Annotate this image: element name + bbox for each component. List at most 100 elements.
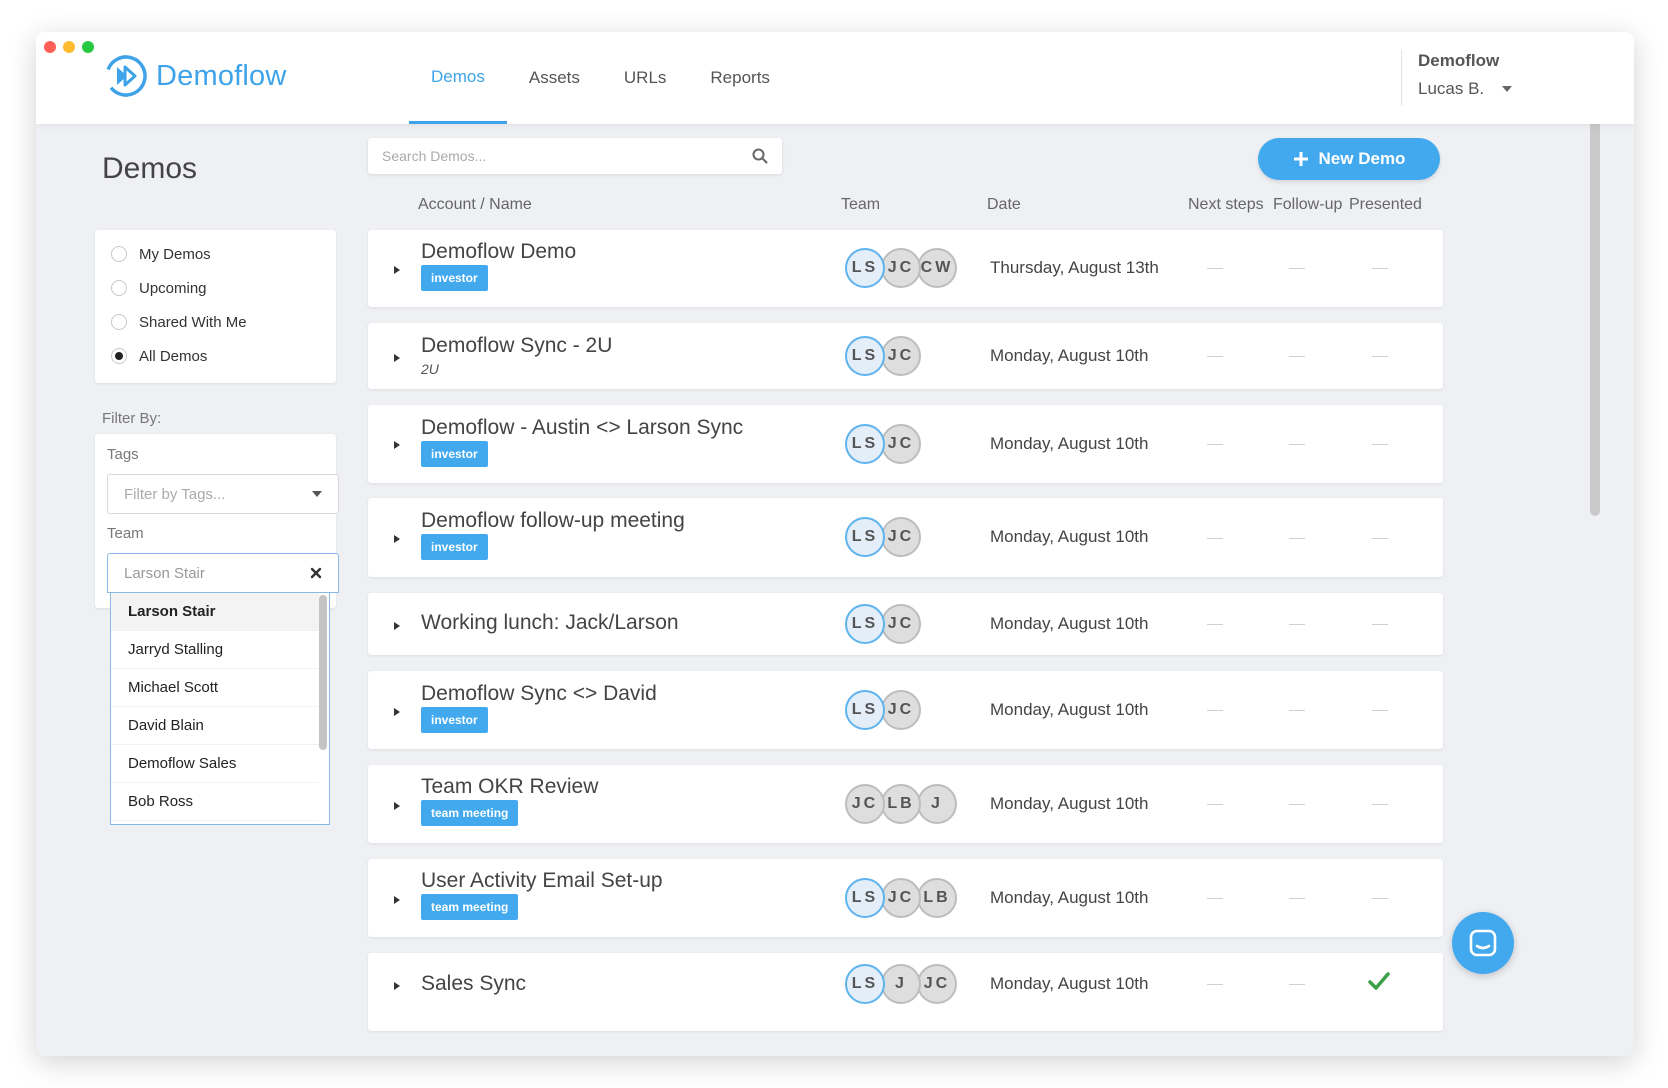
demoflow-logo-icon — [105, 55, 147, 97]
zoom-window-button[interactable] — [82, 41, 94, 53]
demo-date: Monday, August 10th — [990, 527, 1149, 546]
close-window-button[interactable] — [44, 41, 56, 53]
team-option[interactable]: Bob Ross — [111, 783, 319, 821]
demo-name[interactable]: Demoflow follow-up meeting — [421, 509, 685, 533]
radio-all-demos[interactable] — [111, 348, 127, 364]
demo-name[interactable]: Demoflow Sync <> David — [421, 682, 657, 706]
avatar[interactable]: JC — [845, 784, 885, 824]
page-scrollbar[interactable] — [1590, 120, 1600, 516]
app-window: Demoflow Demos Assets URLs Reports Demof… — [36, 32, 1634, 1056]
filter-card: Tags Filter by Tags... Team Larson Stair — [95, 434, 339, 608]
expand-arrow-icon[interactable] — [394, 896, 400, 904]
nav-reports[interactable]: Reports — [688, 32, 792, 124]
demo-row[interactable]: Demoflow Sync - 2U 2U LS JC Monday, Augu… — [368, 323, 1443, 389]
account-user-name: Lucas B. — [1418, 79, 1485, 98]
new-demo-button[interactable]: New Demo — [1258, 138, 1440, 180]
avatar[interactable]: JC — [881, 690, 921, 730]
team-option[interactable]: Jarryd Stalling — [111, 631, 319, 669]
avatar[interactable]: LS — [845, 248, 885, 288]
follow-up-empty — [1289, 624, 1305, 625]
demo-row[interactable]: Demoflow Demo investor LS JC CW Thursday… — [368, 230, 1443, 307]
team-search-input[interactable]: Larson Stair — [107, 553, 339, 593]
avatar[interactable]: JC — [881, 604, 921, 644]
nav-urls[interactable]: URLs — [602, 32, 689, 124]
team-option[interactable]: Michael Scott — [111, 669, 319, 707]
next-steps-empty — [1207, 444, 1223, 445]
demo-row[interactable]: Sales Sync LS J JC Monday, August 10th — [368, 953, 1443, 1031]
expand-arrow-icon[interactable] — [394, 982, 400, 990]
demo-row[interactable]: Team OKR Review team meeting JC LB J Mon… — [368, 765, 1443, 843]
demo-name[interactable]: Demoflow Sync - 2U — [421, 334, 612, 358]
demo-name[interactable]: Team OKR Review — [421, 775, 598, 799]
nav-demos[interactable]: Demos — [409, 32, 507, 124]
avatar[interactable]: JC — [881, 878, 921, 918]
demo-date: Monday, August 10th — [990, 434, 1149, 453]
expand-arrow-icon[interactable] — [394, 708, 400, 716]
avatar[interactable]: J — [917, 784, 957, 824]
view-upcoming[interactable]: Upcoming — [95, 270, 336, 306]
team-avatars: JC LB J — [845, 784, 957, 824]
avatar[interactable]: LB — [917, 878, 957, 918]
view-my-demos[interactable]: My Demos — [95, 236, 336, 272]
avatar[interactable]: LS — [845, 336, 885, 376]
avatar[interactable]: JC — [881, 336, 921, 376]
col-header-date[interactable]: Date — [987, 196, 1021, 214]
demo-date: Monday, August 10th — [990, 346, 1149, 365]
team-avatars: LS JC — [845, 690, 921, 730]
radio-my-demos[interactable] — [111, 246, 127, 262]
demo-name[interactable]: Working lunch: Jack/Larson — [421, 611, 679, 635]
avatar[interactable]: JC — [881, 424, 921, 464]
col-header-follow-up[interactable]: Follow-up — [1273, 196, 1342, 214]
expand-arrow-icon[interactable] — [394, 802, 400, 810]
avatar[interactable]: LS — [845, 878, 885, 918]
avatar[interactable]: LS — [845, 424, 885, 464]
col-header-account-name[interactable]: Account / Name — [418, 196, 532, 214]
avatar[interactable]: CW — [917, 248, 957, 288]
avatar[interactable]: LS — [845, 604, 885, 644]
expand-arrow-icon[interactable] — [394, 622, 400, 630]
search-icon[interactable] — [752, 148, 768, 164]
avatar[interactable]: J — [881, 964, 921, 1004]
demo-name[interactable]: Demoflow Demo — [421, 240, 576, 264]
avatar[interactable]: LS — [845, 517, 885, 557]
demo-row[interactable]: Demoflow Sync <> David investor LS JC Mo… — [368, 671, 1443, 749]
avatar[interactable]: JC — [881, 517, 921, 557]
clear-icon[interactable] — [310, 567, 322, 579]
demo-row[interactable]: Working lunch: Jack/Larson LS JC Monday,… — [368, 593, 1443, 655]
search-demos-input[interactable]: Search Demos... — [368, 138, 782, 174]
demo-name[interactable]: User Activity Email Set-up — [421, 869, 663, 893]
nav-assets[interactable]: Assets — [507, 32, 602, 124]
view-shared-with-me[interactable]: Shared With Me — [95, 304, 336, 340]
expand-arrow-icon[interactable] — [394, 266, 400, 274]
demo-name[interactable]: Sales Sync — [421, 972, 526, 996]
minimize-window-button[interactable] — [63, 41, 75, 53]
radio-shared-with-me[interactable] — [111, 314, 127, 330]
team-option[interactable]: David Blain — [111, 707, 319, 745]
tags-select[interactable]: Filter by Tags... — [107, 474, 339, 514]
team-option[interactable]: Larson Stair — [111, 593, 319, 631]
demo-row[interactable]: Demoflow - Austin <> Larson Sync investo… — [368, 405, 1443, 483]
chat-launcher-button[interactable] — [1452, 912, 1514, 974]
demo-row[interactable]: User Activity Email Set-up team meeting … — [368, 859, 1443, 937]
team-avatars: LS J JC — [845, 964, 957, 1004]
avatar[interactable]: JC — [917, 964, 957, 1004]
radio-upcoming[interactable] — [111, 280, 127, 296]
brand-logo[interactable]: Demoflow — [104, 54, 287, 98]
view-all-demos[interactable]: All Demos — [95, 338, 336, 374]
account-menu[interactable]: Demoflow Lucas B. — [1401, 50, 1513, 106]
avatar[interactable]: JC — [881, 248, 921, 288]
expand-arrow-icon[interactable] — [394, 535, 400, 543]
dropdown-scrollbar[interactable] — [319, 595, 327, 750]
col-header-presented[interactable]: Presented — [1349, 196, 1422, 214]
avatar[interactable]: LS — [845, 690, 885, 730]
avatar[interactable]: LB — [881, 784, 921, 824]
account-user[interactable]: Lucas B. — [1418, 79, 1513, 99]
expand-arrow-icon[interactable] — [394, 354, 400, 362]
col-header-team[interactable]: Team — [841, 196, 880, 214]
col-header-next-steps[interactable]: Next steps — [1188, 196, 1264, 214]
avatar[interactable]: LS — [845, 964, 885, 1004]
demo-row[interactable]: Demoflow follow-up meeting investor LS J… — [368, 498, 1443, 577]
team-option[interactable]: Demoflow Sales — [111, 745, 319, 783]
demo-name[interactable]: Demoflow - Austin <> Larson Sync — [421, 416, 743, 440]
expand-arrow-icon[interactable] — [394, 441, 400, 449]
